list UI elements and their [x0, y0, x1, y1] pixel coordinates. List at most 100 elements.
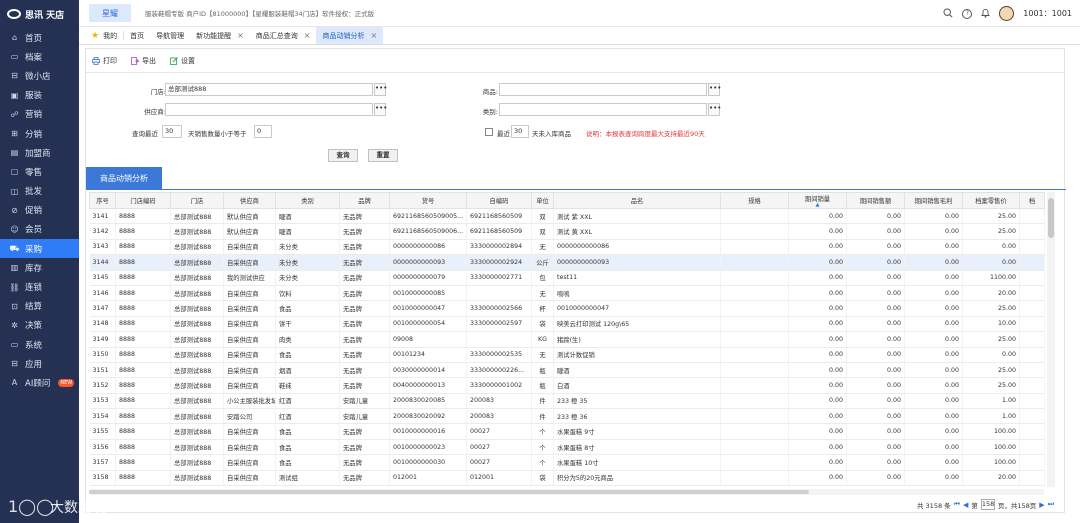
sidebar-item-18[interactable]: A AI顾问 NEW [0, 373, 79, 392]
tab-4[interactable]: 商品动销分析 × [316, 27, 384, 44]
sidebar-item-1[interactable]: ▭ 档案 [0, 47, 79, 66]
reset-button[interactable]: 重置 [368, 149, 398, 162]
column-header[interactable]: 档案零售价 [962, 192, 1020, 209]
sidebar-item-0[interactable]: ⌂ 首页 [0, 28, 79, 47]
column-header-label: 规格 [748, 198, 761, 205]
column-header[interactable]: 档 [1019, 192, 1045, 209]
sidebar-item-13[interactable]: ⛓ 连锁 [0, 277, 79, 296]
supplier-field[interactable] [165, 103, 373, 116]
table-row[interactable]: 3150 8888 总部测试888 自采供应商 食品 无品牌 00101234 3330000… [89, 347, 1045, 363]
bell-icon[interactable] [981, 8, 991, 20]
sidebar-item-8[interactable]: ◫ 批发 [0, 182, 79, 201]
search-icon[interactable] [943, 7, 953, 20]
sidebar-item-11[interactable]: ⛟ 采购 [0, 239, 79, 259]
table-row[interactable]: 3145 8888 总部测试888 我的测试供应 未分类 无品牌 0000000000079… [89, 270, 1045, 286]
first-page-icon[interactable]: ⏮ [954, 500, 960, 509]
column-header[interactable]: 门店 [170, 192, 224, 209]
brand-tab[interactable]: 星耀 [89, 4, 131, 22]
column-header[interactable]: 规格 [720, 192, 789, 209]
table-cell: 3330000002566 [466, 300, 532, 317]
column-header[interactable]: 品名 [553, 192, 721, 209]
sidebar-item-15[interactable]: ✲ 决策 [0, 316, 79, 335]
help-icon[interactable]: ? [962, 8, 973, 19]
category-picker-button[interactable]: ••• [708, 103, 721, 116]
sidebar-item-7[interactable]: ▢ 零售 [0, 162, 79, 181]
sidebar-item-14[interactable]: ⊡ 结算 [0, 297, 79, 316]
table-row[interactable]: 3146 8888 总部测试888 自采供应商 饮料 无品牌 0010000000085 无嗚… [89, 285, 1045, 302]
sidebar-item-17[interactable]: ⊟ 应用 [0, 354, 79, 373]
column-header[interactable]: 门店编码 [115, 192, 171, 209]
column-header[interactable]: 类别 [275, 192, 340, 209]
column-header[interactable]: 序号 [89, 192, 116, 209]
table-row[interactable]: 3151 8888 总部测试888 自采供应商 烟酒 无品牌 0030000000014 33… [89, 362, 1045, 379]
recent-unstocked-days-field[interactable]: 30 [511, 125, 529, 138]
product-picker-button[interactable]: ••• [708, 83, 721, 96]
column-header[interactable]: 货号 [389, 192, 467, 209]
column-header[interactable]: 期间销量 ▲ [788, 192, 847, 209]
export-button[interactable]: 导出 [131, 56, 156, 66]
vertical-scroll-thumb[interactable] [1048, 198, 1054, 238]
tab-favorites[interactable]: ★ 我的 [79, 27, 123, 44]
sidebar-item-12[interactable]: ▥ 库存 [0, 258, 79, 277]
tab-1[interactable]: 导航管理 [150, 27, 190, 44]
table-row[interactable]: 3157 8888 总部测试888 自采供应商 食品 无品牌 0010000000030 00… [89, 454, 1045, 471]
column-header[interactable]: 自编码 [466, 192, 532, 209]
next-page-icon[interactable]: ▶ [1039, 501, 1044, 509]
tab-2[interactable]: 新功能提醒 × [190, 27, 250, 44]
sidebar-item-10[interactable]: ☺ 会员 [0, 220, 79, 239]
sidebar-item-4[interactable]: ☍ 营销 [0, 105, 79, 124]
table-row[interactable]: 3149 8888 总部测试888 自采供应商 肉类 无品牌 09008 KG 猪蹄(生) 0.0… [89, 331, 1045, 348]
sidebar-item-6[interactable]: ▤ 加盟商 [0, 143, 79, 162]
sidebar-item-9[interactable]: ⊘ 促销 [0, 201, 79, 220]
table-row[interactable]: 3152 8888 总部测试888 自采供应商 鞋袜 无品牌 0040000000013 33… [89, 377, 1045, 394]
store-picker-button[interactable]: ••• [374, 83, 387, 96]
table-row[interactable]: 3142 8888 总部测试888 默认供应商 睫酒 无品牌 692116856050900… [89, 223, 1045, 240]
tab-3[interactable]: 商品汇总查询 × [250, 27, 317, 44]
horizontal-scroll-thumb[interactable] [89, 490, 809, 494]
close-icon[interactable]: × [370, 31, 377, 40]
recent-unstocked-checkbox[interactable] [485, 128, 493, 136]
sales-threshold-field[interactable]: 0 [254, 125, 272, 138]
table-row[interactable]: 3155 8888 总部测试888 自采供应商 食品 无品牌 0010000000016 00… [89, 423, 1045, 440]
avatar[interactable] [999, 6, 1015, 21]
product-field[interactable] [499, 83, 707, 96]
user-id[interactable]: 1001：1001 [1023, 8, 1072, 19]
category-field[interactable] [499, 103, 707, 116]
column-header[interactable]: 期间销售毛利 [904, 192, 963, 209]
table-row[interactable]: 3147 8888 总部测试888 自采供应商 食品 无品牌 0010000000047 33… [89, 300, 1045, 317]
sidebar-item-5[interactable]: ⊞ 分销 [0, 124, 79, 143]
table-row[interactable]: 3144 8888 总部测试888 自采供应商 未分类 无品牌 0000000000093 3… [89, 254, 1045, 271]
sidebar-item-16[interactable]: ▭ 系统 [0, 335, 79, 354]
tab-0[interactable]: 首页 [124, 27, 150, 44]
store-field[interactable]: 总部测试888 [165, 83, 373, 96]
close-icon[interactable]: × [237, 31, 244, 40]
table-row[interactable]: 3156 8888 总部测试888 自采供应商 食品 无品牌 0010000000023 00… [89, 439, 1045, 456]
sidebar-item-3[interactable]: ▣ 服装 [0, 86, 79, 105]
column-header[interactable]: 期间销售额 [846, 192, 905, 209]
table-row[interactable]: 3141 8888 总部测试888 默认供应商 睫酒 无品牌 692116856050900… [89, 208, 1045, 225]
column-header[interactable]: 单位 [531, 192, 554, 209]
print-button[interactable]: 打印 [92, 56, 117, 66]
settings-button[interactable]: 设置 [170, 56, 195, 66]
query-button[interactable]: 查询 [328, 149, 358, 162]
recent-days-field[interactable]: 30 [162, 125, 182, 138]
column-header[interactable]: 品牌 [339, 192, 390, 209]
table-row[interactable]: 3158 8888 总部测试888 自采供应商 测试组 无品牌 012001 012001 袋积… [89, 470, 1045, 487]
close-icon[interactable]: × [304, 31, 311, 40]
column-header[interactable]: 供应商 [223, 192, 276, 209]
table-row[interactable]: 3148 8888 总部测试888 自采供应商 饼干 无品牌 0010000000054 33… [89, 316, 1045, 333]
page-input[interactable]: 158 [980, 499, 995, 510]
table-row[interactable]: 3143 8888 总部测试888 自采供应商 未分类 无品牌 0000000000086 3… [89, 239, 1045, 256]
table-row[interactable]: 3153 8888 总部测试888 小公主服装批发城 红酒 安踏儿童 20008300200… [89, 393, 1045, 410]
section-tab[interactable]: 商品动销分析 [86, 167, 162, 190]
vertical-scrollbar[interactable] [1047, 192, 1055, 487]
prev-page-icon[interactable]: ◀ [963, 501, 968, 509]
last-page-icon[interactable]: ⏭ [1048, 500, 1054, 509]
table-row[interactable]: 3154 8888 总部测试888 安踏公司 红酒 安踏儿童 2000830020092 20… [89, 408, 1045, 425]
sidebar-item-2[interactable]: ⊟ 微小店 [0, 66, 79, 85]
sort-ascending-icon[interactable]: ▲ [790, 203, 846, 208]
table-cell: 总部测试888 [170, 454, 224, 471]
supplier-picker-button[interactable]: ••• [374, 103, 387, 116]
horizontal-scrollbar[interactable] [89, 489, 1044, 495]
table-cell: 自采供应商 [223, 239, 276, 256]
